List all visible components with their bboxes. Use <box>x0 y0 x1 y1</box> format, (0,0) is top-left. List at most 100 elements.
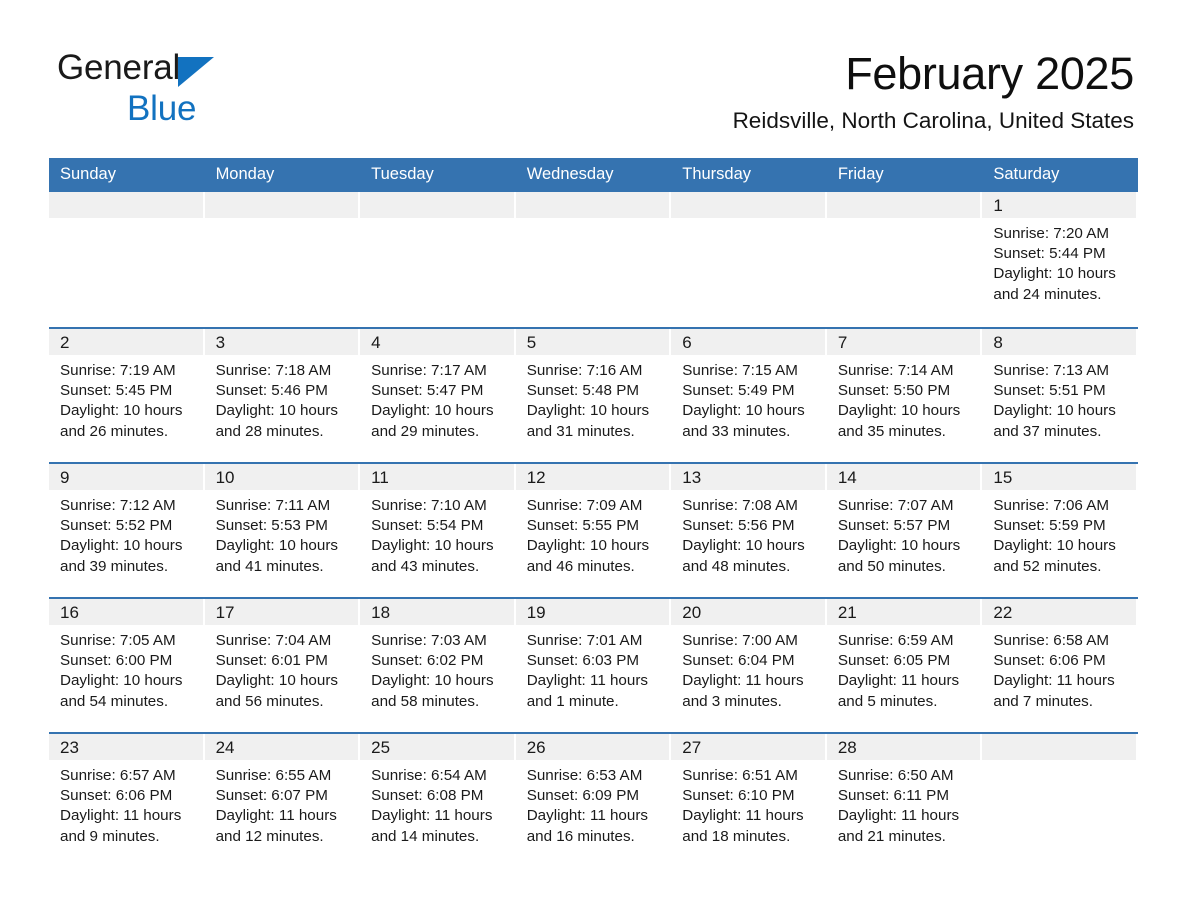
calendar-day-cell[interactable]: 8 Sunrise: 7:13 AM Sunset: 5:51 PM Daylight… <box>982 327 1138 463</box>
day-cell-inner: 24 Sunrise: 6:55 AM Sunset: 6:07 PM Dayligh… <box>204 734 361 868</box>
day-details: Sunrise: 6:54 AM Sunset: 6:08 PM Daylight:… <box>360 760 516 847</box>
day-cell-inner: 28 Sunrise: 6:50 AM Sunset: 6:11 PM Dayligh… <box>826 734 983 868</box>
day-details: Sunrise: 7:06 AM Sunset: 5:59 PM Daylight:… <box>982 490 1138 577</box>
calendar-day-cell[interactable]: 5 Sunrise: 7:16 AM Sunset: 5:48 PM Daylight… <box>515 327 672 463</box>
sunrise-text: Sunrise: 6:55 AM <box>215 767 332 784</box>
day-cell-inner: 9 Sunrise: 7:12 AM Sunset: 5:52 PM Daylight… <box>49 464 205 597</box>
calendar-day-cell-empty <box>515 192 672 328</box>
sunset-text: Sunset: 5:54 PM <box>371 517 484 535</box>
day-cell-inner: 8 Sunrise: 7:13 AM Sunset: 5:51 PM Daylight… <box>982 329 1138 462</box>
calendar-day-cell[interactable]: 1 Sunrise: 7:20 AM Sunset: 5:44 PM Daylight… <box>982 192 1138 328</box>
calendar-day-cell[interactable]: 17 Sunrise: 7:04 AM Sunset: 6:01 PM Dayligh… <box>204 597 361 733</box>
calendar-day-cell[interactable]: 7 Sunrise: 7:14 AM Sunset: 5:50 PM Daylight… <box>826 327 983 463</box>
daylight-text: Daylight: 10 hours and 56 minutes. <box>215 672 338 710</box>
calendar-day-cell[interactable]: 9 Sunrise: 7:12 AM Sunset: 5:52 PM Daylight… <box>49 462 205 598</box>
sunrise-text: Sunrise: 7:12 AM <box>60 497 176 514</box>
day-cell-inner: 11 Sunrise: 7:10 AM Sunset: 5:54 PM Dayligh… <box>360 464 516 597</box>
calendar-day-cell[interactable]: 18 Sunrise: 7:03 AM Sunset: 6:02 PM Dayligh… <box>360 597 516 733</box>
sunset-text: Sunset: 5:59 PM <box>993 517 1106 535</box>
sunset-text: Sunset: 6:10 PM <box>682 787 795 805</box>
day-number: 10 <box>204 464 359 490</box>
day-details: Sunrise: 7:07 AM Sunset: 5:57 PM Daylight:… <box>827 490 983 577</box>
day-details: Sunrise: 7:19 AM Sunset: 5:45 PM Daylight:… <box>49 355 205 442</box>
sunrise-text: Sunrise: 6:53 AM <box>526 767 643 784</box>
day-cell-inner: 12 Sunrise: 7:09 AM Sunset: 5:55 PM Dayligh… <box>515 464 672 597</box>
calendar-day-cell[interactable]: 25 Sunrise: 6:54 AM Sunset: 6:08 PM Dayligh… <box>360 732 516 868</box>
calendar-day-cell[interactable]: 10 Sunrise: 7:11 AM Sunset: 5:53 PM Dayligh… <box>204 462 361 598</box>
day-cell-inner: 5 Sunrise: 7:16 AM Sunset: 5:48 PM Daylight… <box>515 329 672 462</box>
day-number: 5 <box>515 329 670 355</box>
day-number: 12 <box>515 464 670 490</box>
daylight-text: Daylight: 11 hours and 18 minutes. <box>682 807 804 845</box>
day-details: Sunrise: 7:18 AM Sunset: 5:46 PM Daylight:… <box>205 355 361 442</box>
calendar-week-row: 2 Sunrise: 7:19 AM Sunset: 5:45 PM Daylight… <box>49 327 1138 463</box>
calendar-day-cell[interactable]: 15 Sunrise: 7:06 AM Sunset: 5:59 PM Dayligh… <box>982 462 1138 598</box>
day-details: Sunrise: 6:53 AM Sunset: 6:09 PM Daylight:… <box>516 760 672 847</box>
calendar-day-cell[interactable]: 21 Sunrise: 6:59 AM Sunset: 6:05 PM Dayligh… <box>826 597 983 733</box>
daylight-text: Daylight: 10 hours and 43 minutes. <box>371 537 494 575</box>
calendar-day-cell[interactable]: 14 Sunrise: 7:07 AM Sunset: 5:57 PM Dayligh… <box>826 462 983 598</box>
calendar-day-cell[interactable]: 16 Sunrise: 7:05 AM Sunset: 6:00 PM Dayligh… <box>49 597 205 733</box>
calendar-header-row: Sunday Monday Tuesday Wednesday Thursday… <box>49 158 1138 192</box>
weekday-header-saturday: Saturday <box>982 158 1138 192</box>
calendar-day-cell[interactable]: 23 Sunrise: 6:57 AM Sunset: 6:06 PM Dayligh… <box>49 732 205 868</box>
day-cell-inner: 25 Sunrise: 6:54 AM Sunset: 6:08 PM Dayligh… <box>360 734 516 868</box>
day-number: 22 <box>982 599 1136 625</box>
daylight-text: Daylight: 10 hours and 52 minutes. <box>993 537 1116 575</box>
sunrise-text: Sunrise: 6:54 AM <box>371 767 487 784</box>
sunrise-text: Sunrise: 7:03 AM <box>371 632 487 649</box>
sunrise-text: Sunrise: 7:17 AM <box>371 362 487 379</box>
calendar-day-cell[interactable]: 22 Sunrise: 6:58 AM Sunset: 6:06 PM Dayligh… <box>982 597 1138 733</box>
day-cell-inner <box>826 192 983 327</box>
daylight-text: Daylight: 10 hours and 24 minutes. <box>993 265 1116 303</box>
day-number: 27 <box>671 734 825 760</box>
logo-text-blue: Blue <box>127 89 197 128</box>
day-details: Sunrise: 7:16 AM Sunset: 5:48 PM Daylight:… <box>516 355 672 442</box>
calendar-week-row: 9 Sunrise: 7:12 AM Sunset: 5:52 PM Daylight… <box>49 462 1138 598</box>
day-details: Sunrise: 7:17 AM Sunset: 5:47 PM Daylight:… <box>360 355 516 442</box>
sunset-text: Sunset: 5:46 PM <box>215 382 328 400</box>
daylight-text: Daylight: 10 hours and 50 minutes. <box>837 537 961 575</box>
sunset-text: Sunset: 6:09 PM <box>526 787 639 805</box>
sunrise-text: Sunrise: 7:00 AM <box>682 632 798 649</box>
sunrise-text: Sunrise: 7:10 AM <box>371 497 487 514</box>
daylight-text: Daylight: 10 hours and 37 minutes. <box>993 402 1116 440</box>
calendar-day-cell[interactable]: 28 Sunrise: 6:50 AM Sunset: 6:11 PM Dayligh… <box>826 732 983 868</box>
calendar-day-cell[interactable]: 13 Sunrise: 7:08 AM Sunset: 5:56 PM Dayligh… <box>671 462 827 598</box>
day-cell-inner <box>204 192 361 327</box>
calendar-day-cell[interactable]: 11 Sunrise: 7:10 AM Sunset: 5:54 PM Dayligh… <box>360 462 516 598</box>
calendar-day-cell[interactable]: 19 Sunrise: 7:01 AM Sunset: 6:03 PM Dayligh… <box>515 597 672 733</box>
day-cell-inner: 19 Sunrise: 7:01 AM Sunset: 6:03 PM Dayligh… <box>515 599 672 732</box>
day-number: 2 <box>49 329 203 355</box>
day-cell-inner: 13 Sunrise: 7:08 AM Sunset: 5:56 PM Dayligh… <box>671 464 827 597</box>
day-details: Sunrise: 7:04 AM Sunset: 6:01 PM Daylight:… <box>205 625 361 712</box>
calendar-day-cell[interactable]: 12 Sunrise: 7:09 AM Sunset: 5:55 PM Dayligh… <box>515 462 672 598</box>
day-details: Sunrise: 7:13 AM Sunset: 5:51 PM Daylight:… <box>982 355 1138 442</box>
calendar-day-cell[interactable]: 4 Sunrise: 7:17 AM Sunset: 5:47 PM Daylight… <box>360 327 516 463</box>
calendar-day-cell[interactable]: 27 Sunrise: 6:51 AM Sunset: 6:10 PM Dayligh… <box>671 732 827 868</box>
day-number: 3 <box>204 329 359 355</box>
calendar-day-cell[interactable]: 2 Sunrise: 7:19 AM Sunset: 5:45 PM Daylight… <box>49 327 205 463</box>
calendar-day-cell[interactable]: 20 Sunrise: 7:00 AM Sunset: 6:04 PM Dayligh… <box>671 597 827 733</box>
calendar-day-cell[interactable]: 3 Sunrise: 7:18 AM Sunset: 5:46 PM Daylight… <box>204 327 361 463</box>
daylight-text: Daylight: 10 hours and 29 minutes. <box>371 402 494 440</box>
sunset-text: Sunset: 5:52 PM <box>60 517 173 535</box>
day-cell-inner: 18 Sunrise: 7:03 AM Sunset: 6:02 PM Dayligh… <box>360 599 516 732</box>
calendar-day-cell[interactable]: 6 Sunrise: 7:15 AM Sunset: 5:49 PM Daylight… <box>671 327 827 463</box>
sunrise-text: Sunrise: 7:14 AM <box>837 362 954 379</box>
day-cell-inner: 6 Sunrise: 7:15 AM Sunset: 5:49 PM Daylight… <box>671 329 827 462</box>
day-details: Sunrise: 7:11 AM Sunset: 5:53 PM Daylight:… <box>205 490 361 577</box>
day-cell-inner: 22 Sunrise: 6:58 AM Sunset: 6:06 PM Dayligh… <box>982 599 1138 732</box>
day-details: Sunrise: 6:59 AM Sunset: 6:05 PM Daylight:… <box>827 625 983 712</box>
day-details: Sunrise: 6:57 AM Sunset: 6:06 PM Daylight:… <box>49 760 205 847</box>
day-number: 21 <box>826 599 981 625</box>
calendar-day-cell[interactable]: 24 Sunrise: 6:55 AM Sunset: 6:07 PM Dayligh… <box>204 732 361 868</box>
page-header: General Blue February 2025 Reidsville, N… <box>0 0 1188 133</box>
calendar-day-cell-empty <box>671 192 827 328</box>
location-subtitle: Reidsville, North Carolina, United State… <box>732 108 1134 133</box>
day-number <box>49 192 203 218</box>
calendar-day-cell[interactable]: 26 Sunrise: 6:53 AM Sunset: 6:09 PM Dayligh… <box>515 732 672 868</box>
sunset-text: Sunset: 5:47 PM <box>371 382 484 400</box>
sunrise-text: Sunrise: 6:59 AM <box>837 632 954 649</box>
day-number: 16 <box>49 599 203 625</box>
